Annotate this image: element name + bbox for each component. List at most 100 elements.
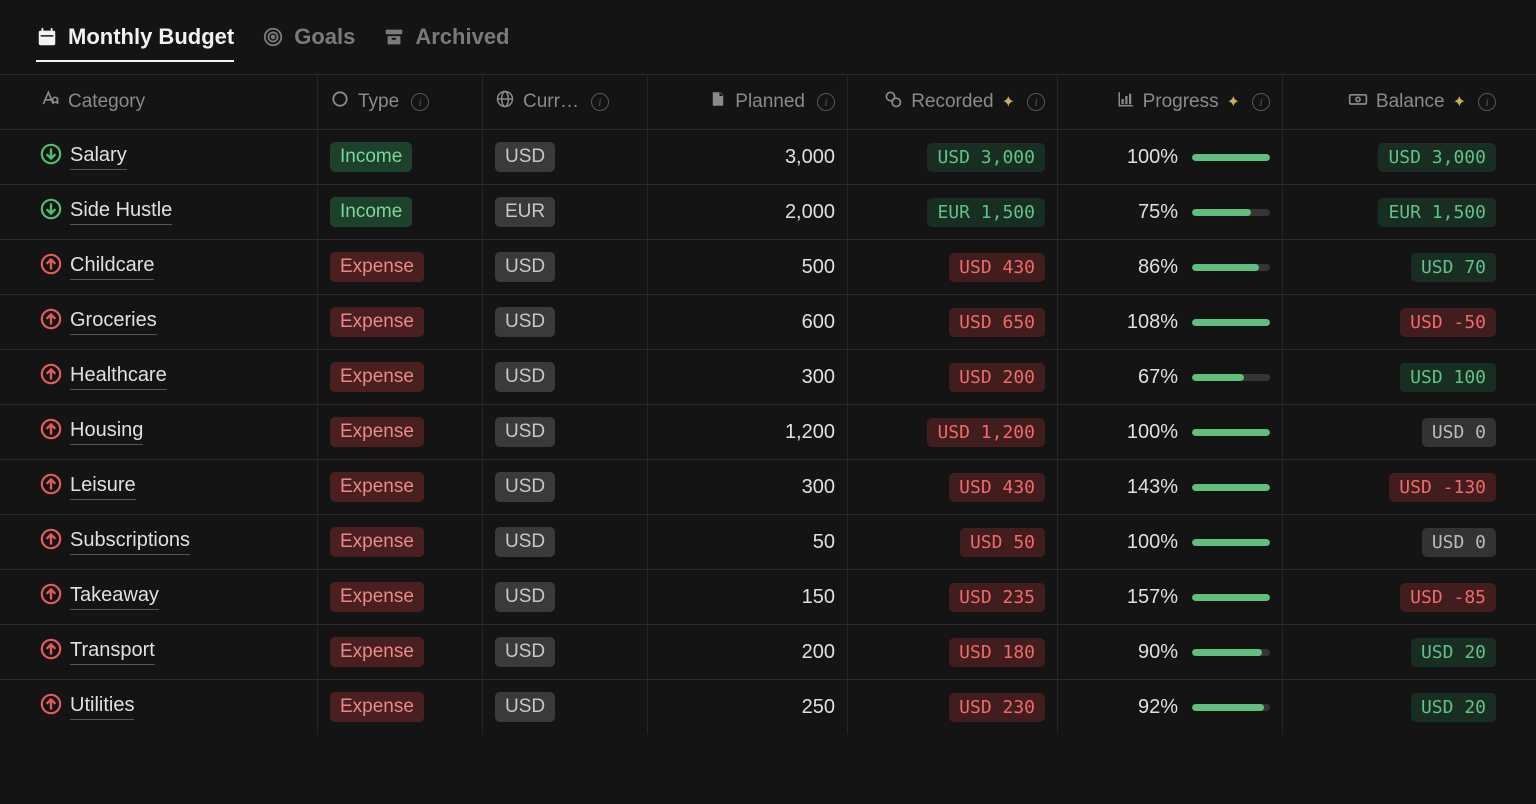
col-header-category[interactable]: Category [28,75,318,129]
cell-category[interactable]: Takeaway [28,570,318,624]
cell-progress[interactable]: 100% [1058,130,1283,184]
cell-currency[interactable]: USD [483,460,648,514]
cell-planned[interactable]: 300 [648,350,848,404]
cell-progress[interactable]: 75% [1058,185,1283,239]
cell-recorded[interactable]: EUR 1,500 [848,185,1058,239]
info-icon[interactable]: i [1027,93,1045,111]
table-row[interactable]: TransportExpenseUSD200USD 18090%USD 20 [0,624,1536,679]
table-row[interactable]: SalaryIncomeUSD3,000USD 3,000100%USD 3,0… [0,129,1536,184]
col-header-progress[interactable]: Progress ✦ i [1058,75,1283,129]
cell-recorded[interactable]: USD 3,000 [848,130,1058,184]
cell-currency[interactable]: USD [483,350,648,404]
cell-type[interactable]: Expense [318,680,483,734]
table-row[interactable]: TakeawayExpenseUSD150USD 235157%USD -85 [0,569,1536,624]
cell-type[interactable]: Expense [318,350,483,404]
info-icon[interactable]: i [1252,93,1270,111]
cell-type[interactable]: Income [318,185,483,239]
table-row[interactable]: SubscriptionsExpenseUSD50USD 50100%USD 0 [0,514,1536,569]
col-header-planned[interactable]: Planned i [648,75,848,129]
cell-progress[interactable]: 100% [1058,405,1283,459]
cell-progress[interactable]: 108% [1058,295,1283,349]
cell-planned[interactable]: 150 [648,570,848,624]
cell-recorded[interactable]: USD 650 [848,295,1058,349]
table-row[interactable]: LeisureExpenseUSD300USD 430143%USD -130 [0,459,1536,514]
cell-category[interactable]: Side Hustle [28,185,318,239]
cell-recorded[interactable]: USD 430 [848,460,1058,514]
cell-category[interactable]: Salary [28,130,318,184]
info-icon[interactable]: i [591,93,609,111]
cell-category[interactable]: Transport [28,625,318,679]
tab-archived[interactable]: Archived [383,24,509,62]
cell-progress[interactable]: 143% [1058,460,1283,514]
cell-category[interactable]: Childcare [28,240,318,294]
table-row[interactable]: HealthcareExpenseUSD300USD 20067%USD 100 [0,349,1536,404]
cell-category[interactable]: Utilities [28,680,318,734]
cell-planned[interactable]: 300 [648,460,848,514]
cell-balance[interactable]: EUR 1,500 [1283,185,1508,239]
cell-planned[interactable]: 250 [648,680,848,734]
cell-category[interactable]: Leisure [28,460,318,514]
cell-currency[interactable]: EUR [483,185,648,239]
cell-progress[interactable]: 86% [1058,240,1283,294]
info-icon[interactable]: i [411,93,429,111]
cell-planned[interactable]: 500 [648,240,848,294]
cell-currency[interactable]: USD [483,680,648,734]
info-icon[interactable]: i [817,93,835,111]
cell-category[interactable]: Housing [28,405,318,459]
cell-recorded[interactable]: USD 1,200 [848,405,1058,459]
cell-recorded[interactable]: USD 235 [848,570,1058,624]
col-header-currency[interactable]: Curr… i [483,75,648,129]
cell-currency[interactable]: USD [483,570,648,624]
cell-balance[interactable]: USD 0 [1283,515,1508,569]
cell-planned[interactable]: 600 [648,295,848,349]
cell-balance[interactable]: USD 20 [1283,680,1508,734]
tab-monthly-budget[interactable]: Monthly Budget [36,24,234,62]
info-icon[interactable]: i [1478,93,1496,111]
cell-category[interactable]: Healthcare [28,350,318,404]
cell-balance[interactable]: USD -50 [1283,295,1508,349]
table-row[interactable]: GroceriesExpenseUSD600USD 650108%USD -50 [0,294,1536,349]
cell-recorded[interactable]: USD 430 [848,240,1058,294]
cell-recorded[interactable]: USD 180 [848,625,1058,679]
col-header-type[interactable]: Type i [318,75,483,129]
col-header-balance[interactable]: Balance ✦ i [1283,75,1508,129]
cell-currency[interactable]: USD [483,405,648,459]
cell-balance[interactable]: USD -130 [1283,460,1508,514]
cell-type[interactable]: Expense [318,460,483,514]
cell-type[interactable]: Expense [318,240,483,294]
table-row[interactable]: Side HustleIncomeEUR2,000EUR 1,50075%EUR… [0,184,1536,239]
cell-balance[interactable]: USD 70 [1283,240,1508,294]
cell-category[interactable]: Subscriptions [28,515,318,569]
cell-planned[interactable]: 50 [648,515,848,569]
cell-category[interactable]: Groceries [28,295,318,349]
tab-goals[interactable]: Goals [262,24,355,62]
table-row[interactable]: HousingExpenseUSD1,200USD 1,200100%USD 0 [0,404,1536,459]
cell-type[interactable]: Expense [318,570,483,624]
cell-currency[interactable]: USD [483,240,648,294]
cell-balance[interactable]: USD 0 [1283,405,1508,459]
cell-currency[interactable]: USD [483,625,648,679]
cell-currency[interactable]: USD [483,130,648,184]
table-row[interactable]: ChildcareExpenseUSD500USD 43086%USD 70 [0,239,1536,294]
cell-recorded[interactable]: USD 230 [848,680,1058,734]
cell-planned[interactable]: 3,000 [648,130,848,184]
table-row[interactable]: UtilitiesExpenseUSD250USD 23092%USD 20 [0,679,1536,734]
cell-type[interactable]: Expense [318,515,483,569]
cell-balance[interactable]: USD 20 [1283,625,1508,679]
cell-recorded[interactable]: USD 200 [848,350,1058,404]
cell-type[interactable]: Expense [318,295,483,349]
cell-progress[interactable]: 92% [1058,680,1283,734]
cell-balance[interactable]: USD -85 [1283,570,1508,624]
cell-progress[interactable]: 90% [1058,625,1283,679]
cell-planned[interactable]: 200 [648,625,848,679]
cell-type[interactable]: Expense [318,405,483,459]
cell-balance[interactable]: USD 100 [1283,350,1508,404]
cell-progress[interactable]: 100% [1058,515,1283,569]
col-header-recorded[interactable]: Recorded ✦ i [848,75,1058,129]
cell-type[interactable]: Income [318,130,483,184]
cell-recorded[interactable]: USD 50 [848,515,1058,569]
cell-progress[interactable]: 67% [1058,350,1283,404]
cell-planned[interactable]: 2,000 [648,185,848,239]
cell-currency[interactable]: USD [483,515,648,569]
cell-type[interactable]: Expense [318,625,483,679]
